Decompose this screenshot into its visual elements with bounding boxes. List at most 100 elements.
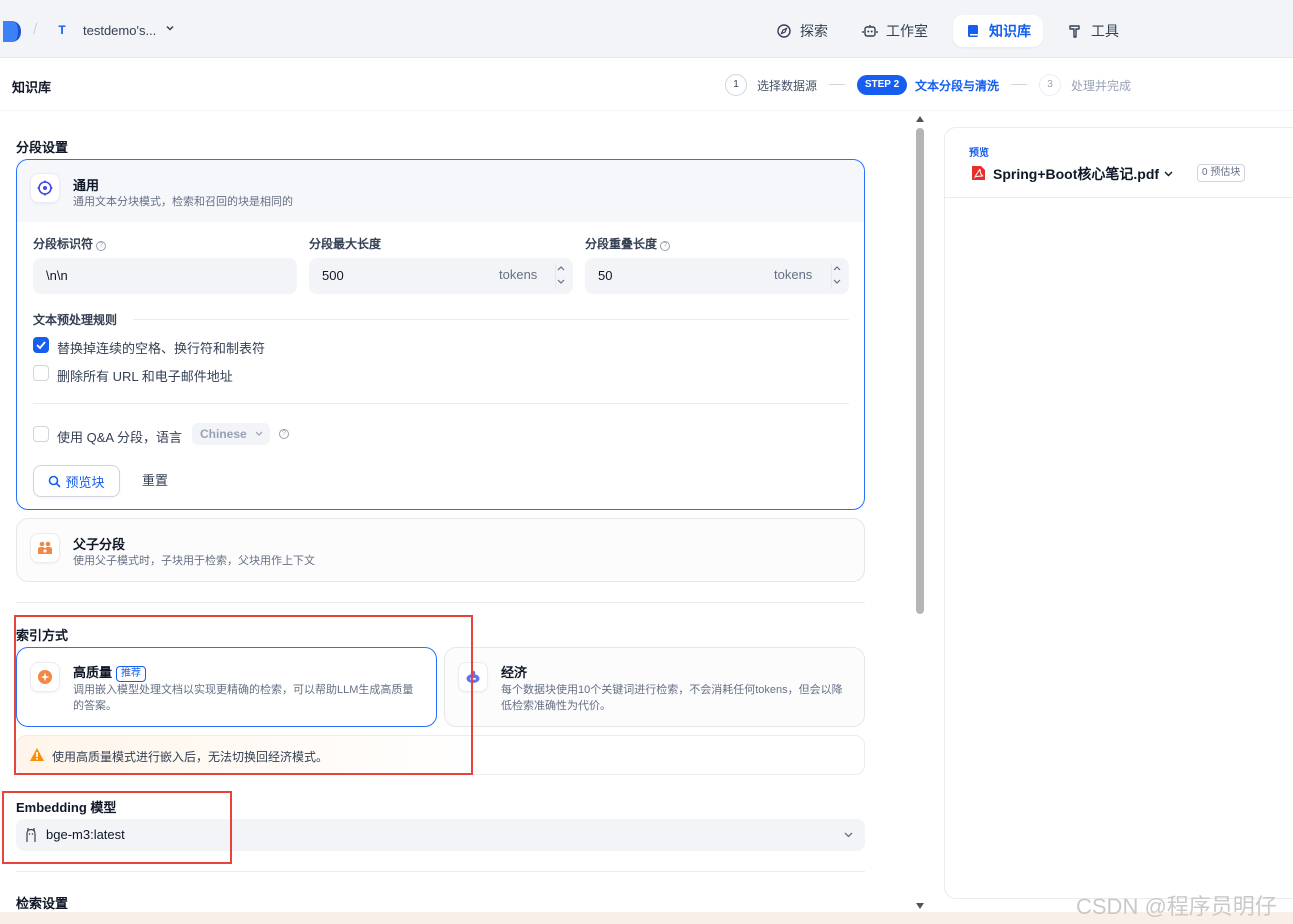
pdf-file-icon [972, 166, 985, 180]
economy-title: 经济 [501, 665, 528, 680]
qa-divider [33, 403, 849, 404]
section-divider [16, 602, 865, 603]
warning-icon [30, 748, 44, 761]
economy-card[interactable]: 经济 每个数据块使用10个关键词进行检索，不会消耗任何tokens，但会以降低检… [444, 647, 865, 727]
robot-icon [862, 25, 878, 37]
step-connector [829, 84, 845, 85]
preview-divider [945, 197, 1293, 198]
chevron-down-icon [255, 431, 263, 436]
economy-desc: 每个数据块使用10个关键词进行检索，不会消耗任何tokens，但会以降低检索准确… [501, 684, 843, 712]
preview-label: 预览 [969, 148, 989, 159]
file-name-text: Spring+Boot核心笔记.pdf [993, 166, 1160, 182]
qa-language-value: Chinese [200, 427, 247, 441]
index-warning: 使用高质量模式进行嵌入后，无法切换回经济模式。 [16, 735, 865, 775]
nav-explore[interactable]: 探索 [764, 15, 840, 47]
help-icon[interactable]: ? [96, 241, 107, 251]
separator-input[interactable]: \n\n [33, 258, 297, 294]
rule-url-label[interactable]: 删除所有 URL 和电子邮件地址 [57, 366, 233, 385]
workspace-name[interactable]: testdemo's... [83, 23, 156, 38]
general-card-header [17, 160, 864, 222]
nav-knowledge[interactable]: 知识库 [953, 15, 1043, 47]
chevron-down-icon [844, 832, 853, 838]
high-quality-icon [30, 662, 60, 692]
chevron-down-icon[interactable] [165, 23, 175, 33]
preview-chunks-button[interactable]: 预览块 [33, 465, 120, 497]
nav-explore-label: 探索 [800, 23, 828, 39]
general-chunk-card[interactable]: 通用 通用文本分块模式，检索和召回的块是相同的 分段标识符? \n\n 分段最大… [16, 159, 865, 510]
search-icon [49, 475, 62, 488]
general-title: 通用 [73, 178, 100, 193]
general-mode-icon [30, 173, 60, 203]
general-desc: 通用文本分块模式，检索和召回的块是相同的 [73, 196, 293, 208]
qa-language-select[interactable]: Chinese [192, 423, 270, 445]
book-icon [968, 25, 978, 37]
estimated-chunks-badge: 0 预估块 [1197, 164, 1246, 182]
max-length-stepper[interactable] [555, 263, 565, 289]
segmentation-section-title: 分段设置 [16, 140, 69, 155]
retrieval-section-title: 检索设置 [16, 896, 69, 911]
header-divider [0, 110, 1293, 111]
step-3-label: 处理并完成 [1071, 79, 1132, 93]
app-logo[interactable] [3, 21, 21, 42]
embedding-section-title: Embedding 模型 [16, 800, 117, 815]
high-quality-card[interactable]: 高质量 推荐 调用嵌入模型处理文档以实现更精确的检索，可以帮助LLM生成高质量的答… [16, 647, 437, 727]
page-title: 知识库 [12, 80, 52, 95]
chevron-down-icon[interactable] [557, 279, 565, 285]
overlap-unit: tokens [774, 267, 813, 282]
rule-whitespace-checkbox[interactable] [33, 337, 49, 353]
max-length-unit: tokens [499, 267, 538, 282]
rule-url-checkbox[interactable] [33, 365, 49, 381]
preview-file-select[interactable]: Spring+Boot核心笔记.pdf [993, 164, 1173, 184]
high-quality-desc: 调用嵌入模型处理文档以实现更精确的检索，可以帮助LLM生成高质量的答案。 [73, 684, 414, 712]
max-length-label: 分段最大长度 [309, 237, 382, 251]
compass-icon [777, 24, 791, 38]
reset-button[interactable]: 重置 [131, 465, 179, 497]
ollama-icon [26, 828, 36, 842]
step-3-number: 3 [1039, 74, 1061, 96]
nav-studio-label: 工作室 [886, 23, 928, 39]
preprocess-divider [133, 319, 849, 320]
max-length-value: 500 [322, 268, 344, 283]
economy-icon [458, 662, 488, 692]
chevron-up-icon[interactable] [557, 265, 565, 271]
index-section-title: 索引方式 [16, 628, 69, 643]
preprocess-title: 文本预处理规则 [33, 313, 118, 327]
preview-panel: 预览 Spring+Boot核心笔记.pdf 0 预估块 [944, 127, 1293, 899]
chevron-down-icon[interactable] [833, 279, 841, 285]
scroll-down-arrow-icon[interactable] [916, 903, 924, 909]
section-divider [16, 871, 865, 872]
chevron-up-icon[interactable] [833, 265, 841, 271]
help-icon[interactable]: ? [660, 241, 671, 251]
qa-checkbox[interactable] [33, 426, 49, 442]
breadcrumb-separator: / [33, 21, 38, 38]
help-icon[interactable]: ? [279, 429, 289, 439]
overlap-label: 分段重叠长度? [585, 235, 671, 252]
step-2-badge: STEP 2 [857, 75, 907, 95]
step-1-number: 1 [725, 74, 747, 96]
rule-whitespace-label[interactable]: 替换掉连续的空格、换行符和制表符 [57, 338, 265, 357]
preview-chunks-label: 预览块 [65, 474, 105, 490]
scroll-up-arrow-icon[interactable] [916, 116, 924, 122]
chevron-down-icon [1164, 171, 1173, 177]
step-2-label: 文本分段与清洗 [915, 79, 1000, 93]
parent-child-icon [30, 533, 60, 563]
overlap-value: 50 [598, 268, 613, 283]
hammer-icon [1069, 25, 1080, 38]
step-connector [1011, 84, 1027, 85]
scrollbar-thumb[interactable] [916, 128, 924, 614]
top-navbar: / T testdemo's... 探索 工作室 知识库 工具 [0, 0, 1293, 58]
parent-child-card[interactable]: 父子分段 使用父子模式时，子块用于检索，父块用作上下文 [16, 518, 865, 582]
embedding-model-name: bge-m3:latest [46, 827, 125, 842]
recommended-badge: 推荐 [116, 666, 147, 682]
separator-label: 分段标识符? [33, 235, 107, 252]
nav-knowledge-label: 知识库 [989, 23, 1031, 39]
parent-child-desc: 使用父子模式时，子块用于检索，父块用作上下文 [73, 555, 315, 567]
nav-studio[interactable]: 工作室 [850, 15, 940, 47]
check-icon [36, 341, 46, 350]
qa-label[interactable]: 使用 Q&A 分段，语言 [57, 427, 182, 446]
workspace-avatar[interactable]: T [54, 21, 70, 39]
nav-tools[interactable]: 工具 [1055, 15, 1131, 47]
embedding-model-select[interactable]: bge-m3:latest [16, 819, 865, 851]
warning-text: 使用高质量模式进行嵌入后，无法切换回经济模式。 [52, 750, 329, 764]
overlap-stepper[interactable] [831, 263, 841, 289]
